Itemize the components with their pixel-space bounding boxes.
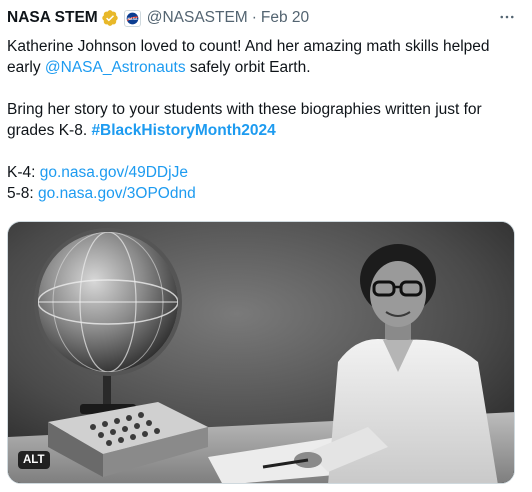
verified-badge-icon[interactable] [101,9,119,27]
nasa-logo-icon[interactable]: NASA [123,9,141,27]
author-handle[interactable]: @NASASTEM [147,8,248,28]
alt-text-badge[interactable]: ALT [18,451,50,469]
photo-image [8,222,514,483]
svg-text:NASA: NASA [127,17,138,21]
tweet-link-line-1: K-4: go.nasa.gov/49DDjJe [7,162,522,183]
url-link-5-8[interactable]: go.nasa.gov/3OPOdnd [38,185,196,202]
tweet-card[interactable]: NASA STEM NASA @NASASTEM · Feb 20 Kather [0,0,532,492]
more-horizontal-icon [500,15,514,19]
tweet-header: NASA STEM NASA @NASASTEM · Feb 20 [7,6,309,30]
mention-link[interactable]: @NASA_Astronauts [45,59,186,76]
link-prefix: 5-8: [7,185,39,202]
tweet-link-line-2: 5-8: go.nasa.gov/3OPOdnd [7,183,522,204]
tweet-text-part: safely orbit Earth. [185,59,311,76]
link-prefix: K-4: [7,164,40,181]
tweet-photo[interactable]: ALT [7,221,515,484]
tweet-date[interactable]: Feb 20 [261,8,309,28]
more-options-button[interactable] [496,6,518,28]
tweet-paragraph-1: Katherine Johnson loved to count! And he… [7,36,522,78]
tweet-paragraph-2: Bring her story to your students with th… [7,99,522,141]
url-link-k4[interactable]: go.nasa.gov/49DDjJe [40,164,188,181]
header-separator: · [251,9,257,26]
hashtag-link[interactable]: #BlackHistoryMonth2024 [91,122,275,139]
author-display-name[interactable]: NASA STEM [7,8,98,28]
tweet-text: Katherine Johnson loved to count! And he… [7,36,522,204]
